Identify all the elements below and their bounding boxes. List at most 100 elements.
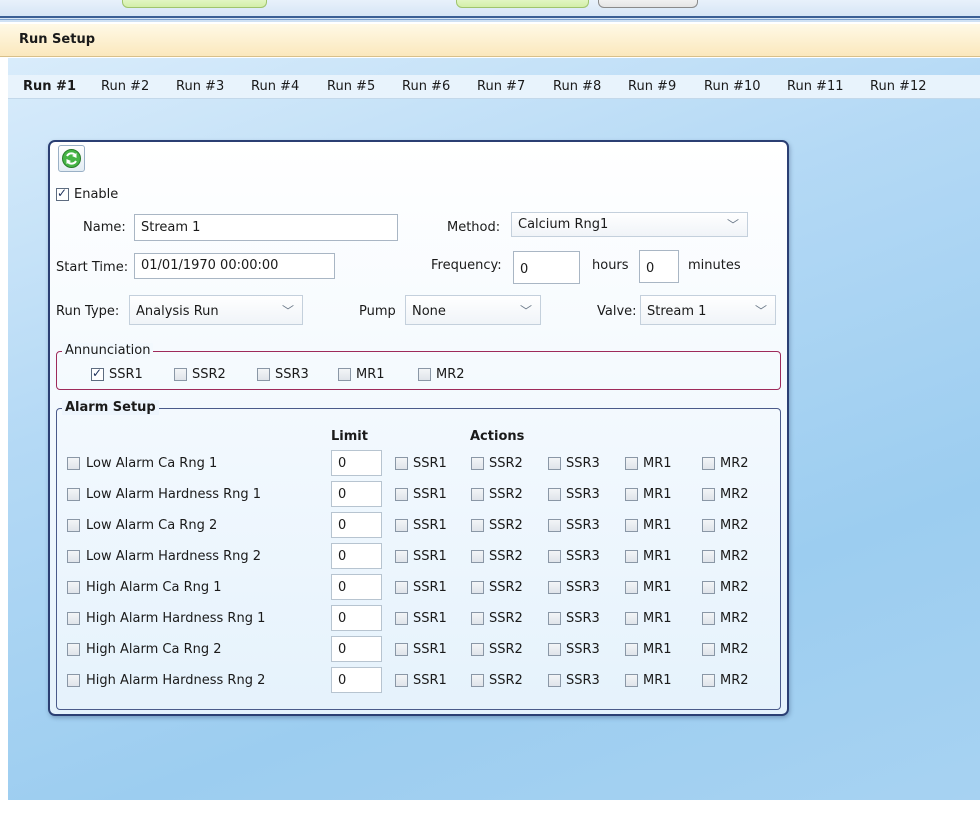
- alarm-action-ssr2-checkbox[interactable]: [471, 643, 484, 656]
- annunciation-ssr1-checkbox[interactable]: [91, 366, 104, 381]
- alarm-enable-checkbox[interactable]: [67, 581, 80, 594]
- alarm-action-label: SSR2: [489, 642, 523, 657]
- alarm-action-label: SSR2: [489, 673, 523, 688]
- alarm-action-ssr3-checkbox[interactable]: [548, 519, 561, 532]
- alarm-action-ssr1-checkbox[interactable]: [395, 581, 408, 594]
- alarm-action-ssr3-checkbox[interactable]: [548, 581, 561, 594]
- alarm-row: Low Alarm Ca Rng 1 0 SSR1 SSR2 SSR3 MR1 MR2: [57, 450, 777, 478]
- alarm-action-ssr2-checkbox[interactable]: [471, 581, 484, 594]
- alarm-action-mr2-checkbox[interactable]: [702, 519, 715, 532]
- alarm-action-label: SSR2: [489, 549, 523, 564]
- alarm-action-mr1-checkbox[interactable]: [625, 612, 638, 625]
- alarm-limit-input[interactable]: 0: [331, 543, 382, 569]
- alarm-action-label: SSR1: [413, 549, 447, 564]
- alarm-enable-checkbox[interactable]: [67, 488, 80, 501]
- alarm-action-mr2-checkbox[interactable]: [702, 488, 715, 501]
- alarm-limit-input[interactable]: 0: [331, 636, 382, 662]
- alarm-action-ssr1-checkbox[interactable]: [395, 612, 408, 625]
- tab-run-6[interactable]: Run #6: [402, 79, 450, 94]
- alarm-action-ssr3-checkbox[interactable]: [548, 674, 561, 687]
- alarm-limit-input[interactable]: 0: [331, 574, 382, 600]
- alarm-label: High Alarm Ca Rng 2: [86, 642, 222, 657]
- alarm-action-ssr2-checkbox[interactable]: [471, 488, 484, 501]
- alarm-enable-checkbox[interactable]: [67, 519, 80, 532]
- alarm-label: High Alarm Hardness Rng 1: [86, 611, 266, 626]
- alarm-action-mr1-checkbox[interactable]: [625, 550, 638, 563]
- alarm-enable-checkbox[interactable]: [67, 643, 80, 656]
- enable-checkbox[interactable]: [56, 186, 69, 201]
- alarm-action-ssr1-checkbox[interactable]: [395, 674, 408, 687]
- tab-run-2[interactable]: Run #2: [101, 79, 149, 94]
- alarm-action-ssr1-checkbox[interactable]: [395, 457, 408, 470]
- alarm-action-mr1-checkbox[interactable]: [625, 519, 638, 532]
- refresh-button[interactable]: [58, 145, 85, 172]
- alarm-enable-checkbox[interactable]: [67, 550, 80, 563]
- frequency-hours-input[interactable]: 0: [513, 251, 580, 284]
- method-select[interactable]: Calcium Rng1 ﹀: [511, 212, 748, 237]
- annunciation-mr2-checkbox[interactable]: [418, 368, 431, 381]
- method-label: Method:: [447, 220, 501, 235]
- alarm-action-mr2-checkbox[interactable]: [702, 457, 715, 470]
- tab-run-12[interactable]: Run #12: [870, 79, 927, 94]
- alarm-action-mr2-checkbox[interactable]: [702, 550, 715, 563]
- alarm-action-mr2-checkbox[interactable]: [702, 581, 715, 594]
- tab-run-4[interactable]: Run #4: [251, 79, 299, 94]
- alarm-action-ssr1-checkbox[interactable]: [395, 643, 408, 656]
- toolbar-button[interactable]: [122, 0, 267, 8]
- alarm-enable-checkbox[interactable]: [67, 457, 80, 470]
- alarm-action-mr1-checkbox[interactable]: [625, 674, 638, 687]
- tab-run-9[interactable]: Run #9: [628, 79, 676, 94]
- divider: [0, 16, 980, 18]
- alarm-limit-input[interactable]: 0: [331, 605, 382, 631]
- alarm-action-ssr1-checkbox[interactable]: [395, 488, 408, 501]
- tab-run-5[interactable]: Run #5: [327, 79, 375, 94]
- tab-run-3[interactable]: Run #3: [176, 79, 224, 94]
- tab-run-1[interactable]: Run #1: [23, 79, 76, 94]
- tab-run-7[interactable]: Run #7: [477, 79, 525, 94]
- alarm-action-ssr2-checkbox[interactable]: [471, 674, 484, 687]
- alarm-action-ssr2-checkbox[interactable]: [471, 612, 484, 625]
- alarm-limit-input[interactable]: 0: [331, 667, 382, 693]
- annunciation-ssr3-checkbox[interactable]: [257, 368, 270, 381]
- tab-run-8[interactable]: Run #8: [553, 79, 601, 94]
- alarm-action-label: MR1: [643, 549, 672, 564]
- alarm-action-ssr2-checkbox[interactable]: [471, 550, 484, 563]
- pump-select[interactable]: None ﹀: [405, 295, 541, 325]
- annunciation-ssr2-checkbox[interactable]: [174, 368, 187, 381]
- tab-run-11[interactable]: Run #11: [787, 79, 844, 94]
- alarm-action-ssr1-checkbox[interactable]: [395, 519, 408, 532]
- alarm-action-mr2-checkbox[interactable]: [702, 643, 715, 656]
- alarm-action-ssr3-checkbox[interactable]: [548, 643, 561, 656]
- alarm-action-ssr2-checkbox[interactable]: [471, 519, 484, 532]
- alarm-action-mr2-checkbox[interactable]: [702, 674, 715, 687]
- start-time-input[interactable]: 01/01/1970 00:00:00: [134, 253, 335, 279]
- toolbar-button[interactable]: [456, 0, 589, 8]
- alarm-limit-input[interactable]: 0: [331, 481, 382, 507]
- alarm-action-ssr3-checkbox[interactable]: [548, 612, 561, 625]
- valve-label: Valve:: [597, 304, 637, 319]
- alarm-limit-input[interactable]: 0: [331, 450, 382, 476]
- alarm-action-ssr2-checkbox[interactable]: [471, 457, 484, 470]
- alarm-action-label: SSR3: [566, 549, 600, 564]
- alarm-enable-checkbox[interactable]: [67, 612, 80, 625]
- name-input[interactable]: Stream 1: [134, 214, 398, 241]
- alarm-limit-input[interactable]: 0: [331, 512, 382, 538]
- alarm-action-mr1-checkbox[interactable]: [625, 581, 638, 594]
- alarm-action-ssr3-checkbox[interactable]: [548, 550, 561, 563]
- alarm-action-mr1-checkbox[interactable]: [625, 457, 638, 470]
- tab-run-10[interactable]: Run #10: [704, 79, 761, 94]
- run-type-select[interactable]: Analysis Run ﹀: [129, 295, 303, 325]
- toolbar-button[interactable]: [598, 0, 698, 8]
- alarm-action-mr1-checkbox[interactable]: [625, 643, 638, 656]
- alarm-action-mr1-checkbox[interactable]: [625, 488, 638, 501]
- alarm-enable-checkbox[interactable]: [67, 674, 80, 687]
- alarm-action-ssr1-checkbox[interactable]: [395, 550, 408, 563]
- alarm-action-label: MR1: [643, 611, 672, 626]
- alarm-action-label: SSR1: [413, 642, 447, 657]
- alarm-action-mr2-checkbox[interactable]: [702, 612, 715, 625]
- alarm-action-ssr3-checkbox[interactable]: [548, 488, 561, 501]
- annunciation-mr1-checkbox[interactable]: [338, 368, 351, 381]
- valve-select[interactable]: Stream 1 ﹀: [640, 295, 776, 325]
- frequency-minutes-input[interactable]: 0: [639, 250, 679, 283]
- alarm-action-ssr3-checkbox[interactable]: [548, 457, 561, 470]
